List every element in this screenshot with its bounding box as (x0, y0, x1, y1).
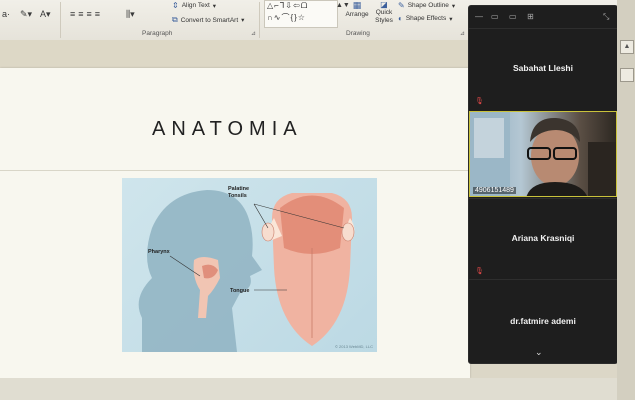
palatine-tonsils-label-1: Palatine (228, 186, 250, 192)
participant-tile[interactable]: dr.fatmire ademi (469, 279, 617, 344)
participant-tile[interactable]: Sabahat Lleshi 🎙 (469, 28, 617, 109)
ribbon-divider (60, 2, 61, 38)
palatine-tonsils-label-2: Tonsils (228, 193, 247, 199)
columns-icon[interactable]: ⫼▾ (126, 9, 135, 20)
shapes-row2-icon: ∩∿⌒{}☆ (267, 13, 306, 22)
align-buttons-icon[interactable]: ≡≡≡≡ (70, 9, 103, 19)
title-divider (0, 170, 470, 171)
participant-name: dr.fatmire ademi (510, 316, 576, 326)
chevron-down-icon: ▾ (241, 17, 245, 24)
paragraph-group-label: Paragraph (142, 30, 173, 37)
mic-muted-icon: 🎙 (475, 98, 484, 105)
participant-name: Sabahat Lleshi (513, 63, 573, 73)
scroll-thumb[interactable] (620, 68, 634, 82)
exit-fullscreen-icon[interactable]: ⤡ (603, 12, 609, 22)
shape-outline-label: Shape Outline (407, 2, 449, 9)
arrange-icon: ▦ (352, 0, 362, 10)
view-single-icon[interactable]: ▭ (509, 12, 517, 21)
anatomy-illustration[interactable]: Palatine Tonsils Pharynx Tongue © 2013 W… (122, 178, 377, 352)
align-text-label: Align Text (181, 2, 210, 9)
quick-styles-label-1: Quick (375, 9, 393, 16)
panel-toolbar: — ▭ ▭ ⊞ ⤡ (469, 6, 617, 28)
scroll-up-icon[interactable]: ▲ (620, 40, 634, 54)
quick-styles-icon: ◪ (380, 0, 388, 9)
align-text-button[interactable]: ⇕ Align Text ▾ (172, 1, 216, 10)
slide-title[interactable]: ANATOMIA (152, 118, 303, 141)
font-color-icon[interactable]: a· (2, 9, 10, 19)
participant-name: Ariana Krasniqi (511, 233, 575, 243)
text-color-icon[interactable]: A▾ (40, 9, 51, 20)
participant-tile[interactable]: Ariana Krasniqi 🎙 (469, 198, 617, 279)
pharynx-label: Pharynx (148, 249, 170, 255)
tongue-label: Tongue (230, 288, 250, 294)
chevron-down-icon[interactable]: ⌄ (535, 347, 543, 358)
status-area (0, 378, 635, 400)
view-grid-icon[interactable]: ⊞ (527, 12, 534, 21)
shape-effects-icon: ◐ (398, 14, 403, 23)
chevron-down-icon: ▾ (451, 2, 456, 10)
smartart-icon: ⧉ (172, 15, 178, 24)
minimize-icon[interactable]: — (475, 12, 483, 21)
shape-effects-button[interactable]: ◐ Shape Effects ▾ (398, 14, 452, 23)
webcam-feed (470, 112, 616, 196)
participant-video-tile[interactable]: 4906151489 (469, 111, 617, 197)
shape-effects-label: Shape Effects (405, 15, 447, 22)
convert-smartart-label: Convert to SmartArt (180, 16, 239, 24)
participant-video-caption: 4906151489 (473, 187, 516, 194)
shapes-gallery[interactable]: △⌐⅂⇩⇦ᗝ ∩∿⌒{}☆ (264, 0, 338, 28)
quick-styles-label-2: Styles (375, 17, 393, 24)
align-text-icon: ⇕ (172, 1, 179, 10)
ribbon-divider (259, 2, 260, 38)
convert-smartart-button[interactable]: ⧉ Convert to SmartArt ▾ (172, 15, 244, 25)
chevron-down-icon: ▾ (212, 2, 217, 10)
mic-muted-icon: 🎙 (475, 268, 484, 275)
arrange-button[interactable]: ▦ Arrange (344, 0, 370, 28)
view-thumbnail-icon[interactable]: ▭ (491, 12, 499, 21)
quick-styles-button[interactable]: ◪ Quick Styles (372, 0, 396, 28)
shape-outline-button[interactable]: ✎ Shape Outline ▾ (398, 1, 455, 10)
anatomy-drawing (138, 190, 355, 352)
chevron-down-icon: ▾ (449, 15, 453, 23)
window-scroll-edge: ▲ (617, 0, 635, 400)
slide-top-margin (0, 40, 475, 70)
image-credit: © 2013 WebMD, LLC (334, 344, 373, 349)
video-gallery-panel: — ▭ ▭ ⊞ ⤡ Sabahat Lleshi 🎙 4906151489 Ar… (468, 5, 618, 364)
drawing-dialog-launcher-icon[interactable]: ⊿ (460, 30, 465, 37)
paragraph-dialog-launcher-icon[interactable]: ⊿ (251, 30, 256, 37)
arrange-label: Arrange (345, 11, 369, 18)
highlight-icon[interactable]: ✎▾ (20, 9, 32, 20)
shape-outline-icon: ✎ (398, 1, 405, 10)
shapes-row1-icon: △⌐⅂⇩⇦ᗝ (267, 1, 309, 10)
drawing-group-label: Drawing (346, 30, 370, 37)
